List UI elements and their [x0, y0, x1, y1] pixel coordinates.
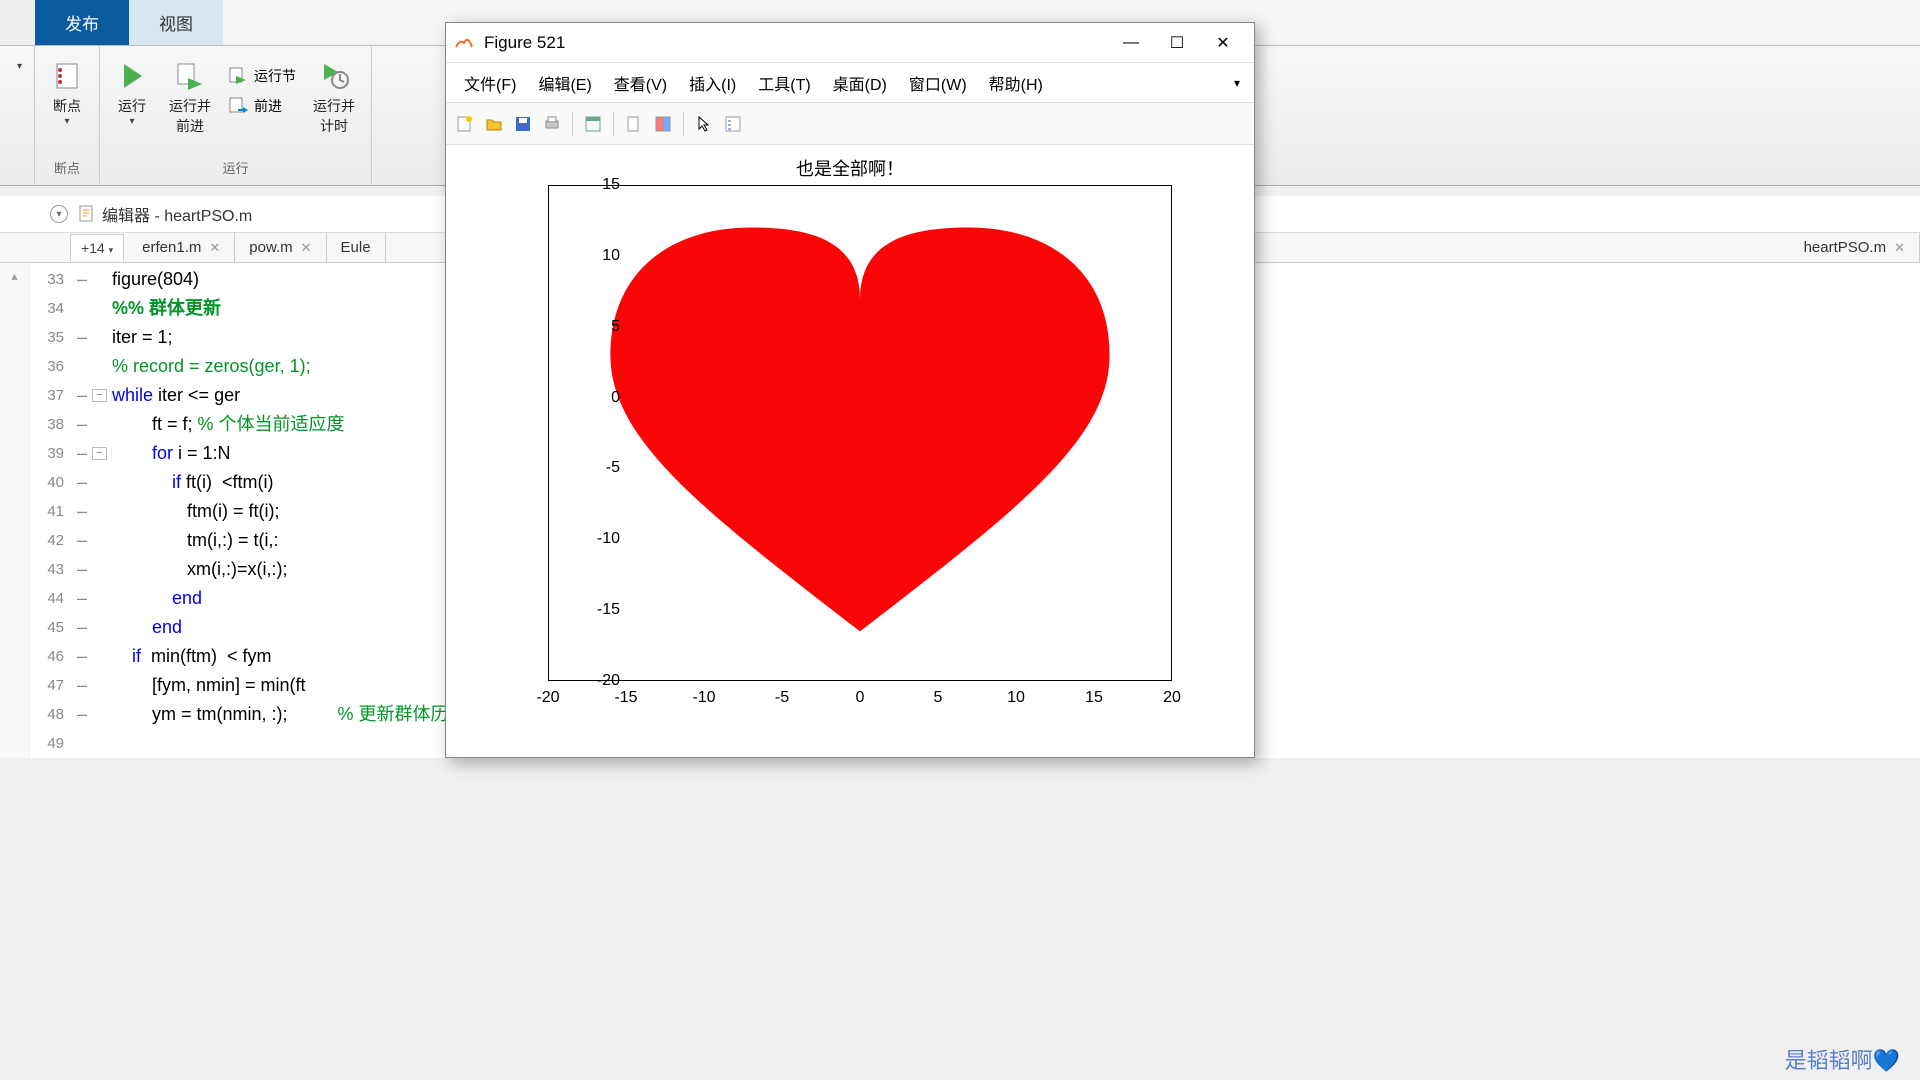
close-icon[interactable]: ✕	[209, 240, 220, 256]
save-icon[interactable]	[510, 111, 536, 137]
advance-button[interactable]: 前进	[224, 93, 300, 119]
watermark: 是韬韬啊💙	[1785, 1043, 1900, 1075]
xtick: -20	[536, 689, 559, 707]
menu-tools[interactable]: 工具(T)	[748, 67, 820, 99]
run-section-icon	[228, 66, 248, 86]
run-advance-icon	[174, 60, 206, 92]
menu-window[interactable]: 窗口(W)	[899, 67, 977, 99]
advance-icon	[228, 96, 248, 116]
ytick: 15	[602, 176, 620, 194]
menu-insert[interactable]: 插入(I)	[679, 67, 746, 99]
figure-window: Figure 521 — ☐ ✕ 文件(F) 编辑(E) 查看(V) 插入(I)…	[445, 22, 1255, 758]
timer-icon	[318, 60, 350, 92]
menu-file[interactable]: 文件(F)	[454, 67, 526, 99]
run-label: 运行	[118, 96, 146, 116]
run-button[interactable]: 运行 ▾	[108, 57, 156, 130]
toolstrip-dropdown[interactable]: ▾	[5, 46, 35, 185]
colorbar-icon[interactable]	[650, 111, 676, 137]
figure-menubar: 文件(F) 编辑(E) 查看(V) 插入(I) 工具(T) 桌面(D) 窗口(W…	[446, 63, 1254, 103]
ribbon-tab-publish[interactable]: 发布	[35, 0, 129, 45]
menu-edit[interactable]: 编辑(E)	[528, 67, 601, 99]
run-time-button[interactable]: 运行并 计时	[305, 57, 363, 139]
xtick: -15	[614, 689, 637, 707]
toolgroup-breakpoints: 断点 ▾ 断点	[35, 46, 100, 185]
run-time-label: 运行并 计时	[313, 96, 355, 136]
toolbar-separator	[572, 112, 573, 136]
breakpoints-button[interactable]: 断点 ▾	[43, 57, 91, 130]
group-label-breakpoints: 断点	[54, 155, 80, 180]
ytick: 10	[602, 247, 620, 265]
chevron-down-icon: ▾	[109, 245, 114, 255]
close-icon[interactable]: ✕	[1894, 240, 1905, 256]
toolbar-separator	[683, 112, 684, 136]
fold-icon[interactable]: −	[92, 447, 107, 460]
close-button[interactable]: ✕	[1200, 27, 1246, 59]
ytick: -5	[606, 459, 620, 477]
xtick: 10	[1007, 689, 1025, 707]
menu-desktop[interactable]: 桌面(D)	[823, 67, 897, 99]
new-figure-icon[interactable]	[452, 111, 478, 137]
xtick: 0	[856, 689, 865, 707]
insert-legend-icon[interactable]	[720, 111, 746, 137]
minimize-button[interactable]: —	[1108, 27, 1154, 59]
file-tab-eule[interactable]: Eule	[327, 233, 386, 262]
fold-icon[interactable]: −	[92, 389, 107, 402]
chevron-down-icon: ▾	[17, 61, 22, 72]
xtick: -10	[692, 689, 715, 707]
document-icon	[78, 205, 96, 223]
plus-tab[interactable]: +14 ▾	[70, 234, 124, 261]
print-icon[interactable]	[539, 111, 565, 137]
menu-chevron-icon[interactable]: ▾	[1234, 76, 1246, 90]
ribbon-tab-view[interactable]: 视图	[129, 0, 223, 45]
figure-toolbar	[446, 103, 1254, 145]
advance-label: 前进	[254, 96, 282, 116]
file-tab-pow[interactable]: pow.m✕	[235, 233, 326, 262]
pointer-icon[interactable]	[691, 111, 717, 137]
chevron-down-icon: ▾	[64, 116, 69, 127]
ytick: -10	[597, 530, 620, 548]
figure-title: Figure 521	[484, 33, 1108, 53]
xtick: -5	[775, 689, 789, 707]
ytick: 5	[611, 318, 620, 336]
heart-plot	[548, 185, 1172, 681]
maximize-button[interactable]: ☐	[1154, 27, 1200, 59]
toolgroup-run: 运行 ▾ 运行并 前进 运行节 前进 运行并 计时	[100, 46, 372, 185]
toolbar-separator	[613, 112, 614, 136]
datatip-icon[interactable]	[621, 111, 647, 137]
xtick: 15	[1085, 689, 1103, 707]
ytick: 0	[611, 389, 620, 407]
ytick: -15	[597, 601, 620, 619]
xtick: 5	[934, 689, 943, 707]
menu-help[interactable]: 帮助(H)	[979, 67, 1053, 99]
scroll-up[interactable]: ▴	[0, 263, 30, 758]
menu-view[interactable]: 查看(V)	[604, 67, 677, 99]
run-advance-button[interactable]: 运行并 前进	[161, 57, 219, 139]
collapse-icon[interactable]: ▾	[50, 205, 68, 223]
matlab-icon	[454, 33, 474, 53]
dock-icon[interactable]	[580, 111, 606, 137]
close-icon[interactable]: ✕	[301, 240, 312, 256]
figure-canvas: 也是全部啊！ 15 10 5 0 -5 -10 -15 -20 -20 -15 …	[446, 145, 1254, 757]
file-tab-erfen1[interactable]: erfen1.m✕	[128, 233, 235, 262]
file-tab-heartpso[interactable]: heartPSO.m✕	[1790, 233, 1920, 262]
run-section-label: 运行节	[254, 66, 296, 86]
plot-title: 也是全部啊！	[446, 155, 1254, 181]
xtick: 20	[1163, 689, 1181, 707]
breakpoints-icon	[51, 60, 83, 92]
run-section-button[interactable]: 运行节	[224, 63, 300, 89]
breakpoints-label: 断点	[53, 96, 81, 116]
ytick: -20	[597, 672, 620, 690]
run-advance-label: 运行并 前进	[169, 96, 211, 136]
open-icon[interactable]	[481, 111, 507, 137]
play-icon	[116, 60, 148, 92]
editor-title-text: 编辑器 - heartPSO.m	[102, 202, 252, 226]
group-label-run: 运行	[222, 155, 248, 180]
ribbon-spacer	[0, 0, 35, 45]
figure-titlebar[interactable]: Figure 521 — ☐ ✕	[446, 23, 1254, 63]
chevron-down-icon: ▾	[129, 116, 134, 127]
